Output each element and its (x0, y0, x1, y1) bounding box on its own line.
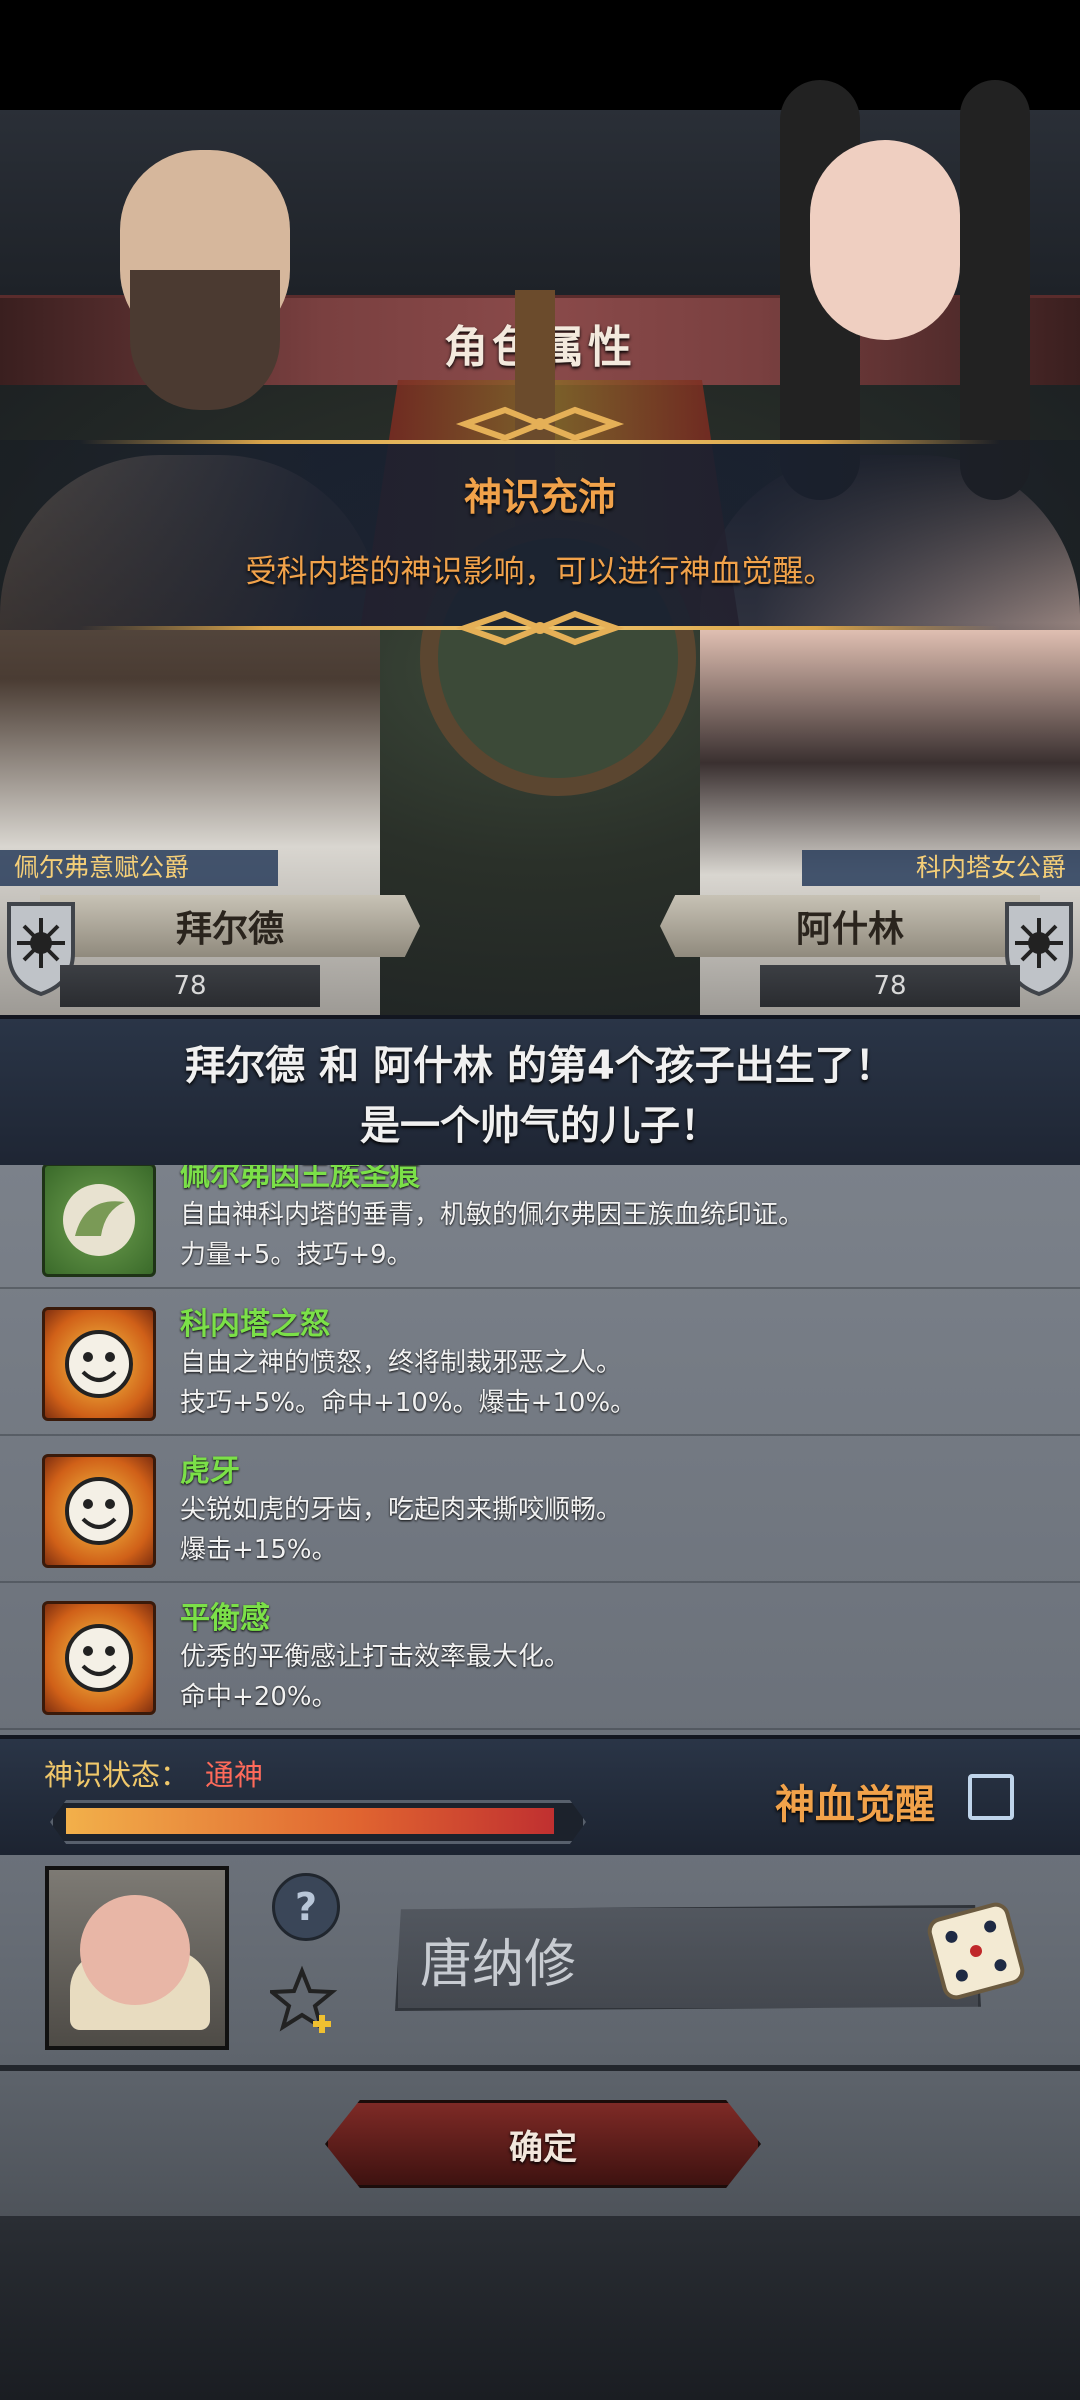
confirm-label: 确定 (509, 2127, 577, 2168)
dice-icon[interactable] (920, 1895, 1032, 2007)
divine-status-label: 神识状态： (44, 1758, 190, 1792)
father-level: 78 (60, 965, 320, 1007)
smiley-sun-icon (42, 1601, 156, 1715)
trait-stats: 力量+5。技巧+9。 (180, 1240, 413, 1270)
smiley-sun-icon (42, 1307, 156, 1421)
father-name-plate[interactable]: 拜尔德 (40, 895, 420, 957)
leaf-emblem-icon (42, 1165, 156, 1277)
ornament-icon (455, 610, 625, 646)
trait-name: 平衡感 (180, 1601, 270, 1636)
traits-list[interactable]: 佩尔弗因王族圣痕 自由神科内塔的垂青，机敏的佩尔弗因王族血统印证。 力量+5。技… (0, 1165, 1080, 1735)
mother-name-plate[interactable]: 阿什林 (660, 895, 1040, 957)
trait-item[interactable]: 平衡感 优秀的平衡感让打击效率最大化。 命中+20%。 (0, 1581, 1080, 1730)
mother-face (810, 140, 960, 340)
trait-name: 科内塔之怒 (180, 1307, 330, 1342)
mother-level: 78 (760, 965, 1020, 1007)
help-button[interactable]: ? (272, 1873, 340, 1941)
awaken-label: 神血觉醒 (775, 1782, 935, 1828)
baby-face (80, 1895, 190, 2005)
mother-name: 阿什林 (795, 909, 904, 950)
trait-item[interactable]: 佩尔弗因王族圣痕 自由神科内塔的垂青，机敏的佩尔弗因王族血统印证。 力量+5。技… (0, 1165, 1080, 1289)
notice-description: 受科内塔的神识影响，可以进行神血觉醒。 (245, 554, 835, 590)
father-title: 佩尔弗意赋公爵 (0, 850, 278, 886)
divine-status-value: 通神 (205, 1758, 264, 1792)
mother-hair (960, 80, 1030, 500)
star-add-icon[interactable] (270, 1965, 340, 2035)
trait-stats: 爆击+15%。 (180, 1535, 338, 1565)
trait-description: 优秀的平衡感让打击效率最大化。 (180, 1642, 571, 1672)
trait-stats: 技巧+5%。命中+10%。爆击+10%。 (180, 1388, 637, 1418)
father-name: 拜尔德 (175, 909, 284, 950)
bottom-background (0, 2216, 1080, 2400)
trait-description: 自由神科内塔的垂青，机敏的佩尔弗因王族血统印证。 (180, 1200, 805, 1230)
mother-title: 科内塔女公爵 (802, 850, 1080, 886)
child-name-value: 唐纳修 (420, 1935, 577, 1995)
trait-description: 尖锐如虎的牙齿，吃起肉来撕咬顺畅。 (180, 1495, 623, 1525)
smiley-sun-icon (42, 1454, 156, 1568)
trait-name: 佩尔弗因王族圣痕 (180, 1165, 420, 1193)
birth-message-line-2: 是一个帅气的儿子！ (360, 1103, 720, 1149)
trait-stats: 命中+20%。 (180, 1682, 338, 1712)
birth-message-line-1: 拜尔德 和 阿什林 的第4个孩子出生了！ (185, 1043, 895, 1089)
top-status-area (0, 0, 1080, 110)
notice-title: 神识充沛 (463, 475, 616, 519)
divine-progress-fill (66, 1808, 554, 1834)
awaken-checkbox[interactable] (968, 1774, 1014, 1820)
trait-item[interactable]: 虎牙 尖锐如虎的牙齿，吃起肉来撕咬顺畅。 爆击+15%。 (0, 1434, 1080, 1583)
trait-item[interactable]: 科内塔之怒 自由之神的愤怒，终将制裁邪恶之人。 技巧+5%。命中+10%。爆击+… (0, 1287, 1080, 1436)
trait-description: 自由之神的愤怒，终将制裁邪恶之人。 (180, 1348, 623, 1378)
trait-name: 虎牙 (180, 1454, 240, 1489)
ornament-icon (455, 406, 625, 442)
confirm-button[interactable]: 确定 (325, 2100, 761, 2188)
father-beard (130, 270, 280, 410)
